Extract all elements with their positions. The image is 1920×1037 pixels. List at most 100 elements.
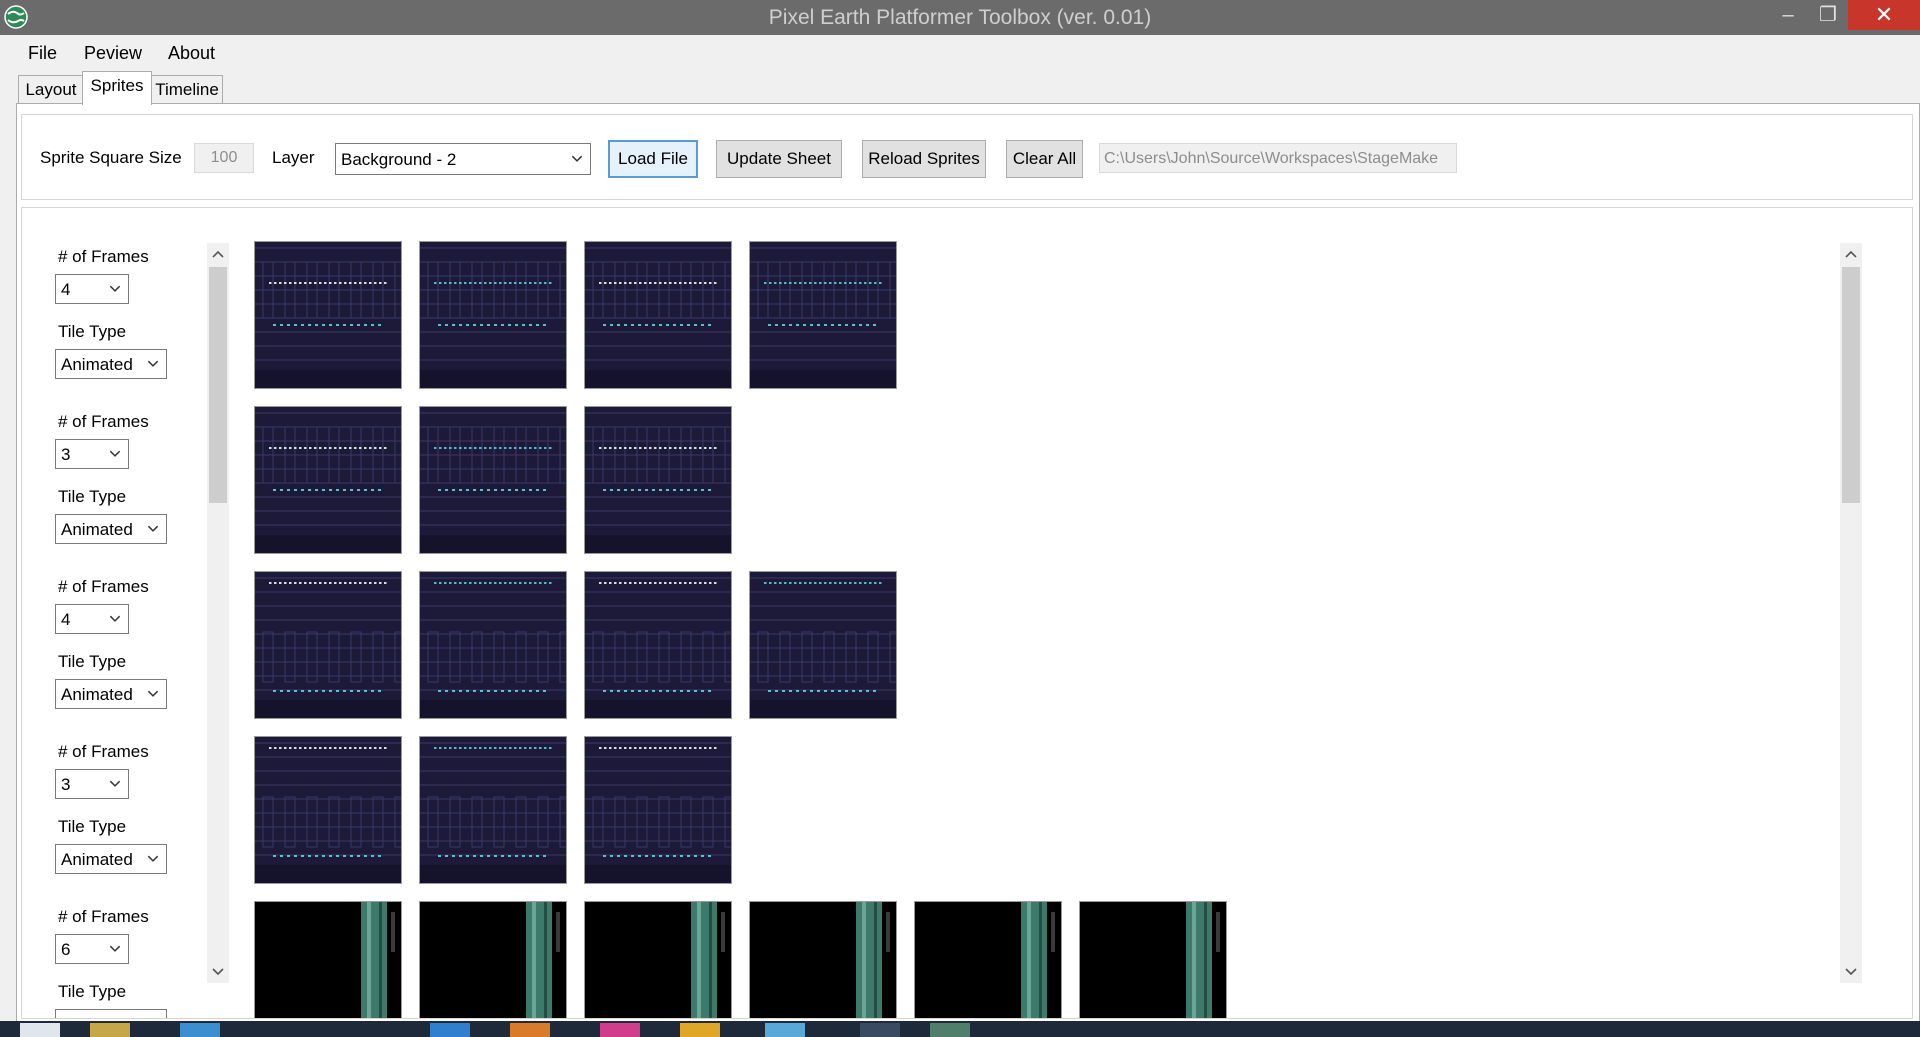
right-scroll-thumb[interactable] <box>1842 267 1860 503</box>
sprite-frame-tile[interactable] <box>254 736 402 884</box>
sprite-frame-tile[interactable] <box>419 406 567 554</box>
frames-label: # of Frames <box>58 247 149 266</box>
sprite-frame-tile[interactable] <box>254 901 402 1018</box>
clear-all-button[interactable]: Clear All <box>1006 140 1083 178</box>
frames-select[interactable]: 3 <box>55 439 129 469</box>
sprite-frame-tile[interactable] <box>254 571 402 719</box>
frames-label: # of Frames <box>58 412 149 431</box>
app-icon[interactable] <box>765 1023 805 1037</box>
layer-select[interactable]: Background - 2 <box>335 143 591 175</box>
sprite-frame-tile[interactable] <box>254 241 402 389</box>
globe-app-icon[interactable] <box>930 1023 970 1037</box>
reload-sprites-button[interactable]: Reload Sprites <box>862 140 986 178</box>
sprite-frame-tile[interactable] <box>419 571 567 719</box>
sprite-frame-tile[interactable] <box>584 901 732 1018</box>
tile-type-label: Tile Type <box>58 322 127 341</box>
frames-select[interactable]: 3 <box>55 769 129 799</box>
update-sheet-button[interactable]: Update Sheet <box>716 140 842 178</box>
sprite-frame-tile[interactable] <box>254 406 402 554</box>
sprite-frame-tile[interactable] <box>1079 901 1227 1018</box>
close-button[interactable]: ✕ <box>1848 0 1920 30</box>
tab-layout[interactable]: Layout <box>18 75 84 104</box>
scroll-up-icon[interactable] <box>1840 243 1862 265</box>
app-icon[interactable] <box>860 1023 900 1037</box>
chevron-down-icon <box>147 360 159 367</box>
left-scroll-thumb[interactable] <box>209 267 227 503</box>
os-taskbar <box>0 1021 1920 1037</box>
chevron-down-icon <box>109 945 121 952</box>
frames-select-value: 4 <box>61 280 71 299</box>
scroll-down-icon[interactable] <box>1840 961 1862 983</box>
right-scrollbar[interactable] <box>1840 243 1862 983</box>
tile-type-select-value: Animated <box>61 850 133 869</box>
frame-settings-row: # of Frames 3 Tile Type Animated <box>22 408 202 573</box>
tile-type-select-value: Animated <box>61 520 133 539</box>
sprite-size-input[interactable]: 100 <box>194 143 254 173</box>
app-icon[interactable] <box>680 1023 720 1037</box>
sprite-frame-tile[interactable] <box>584 571 732 719</box>
frames-select-value: 3 <box>61 445 71 464</box>
layer-label: Layer <box>272 148 315 167</box>
sprite-frame-tile[interactable] <box>749 901 897 1018</box>
menu-preview[interactable]: Peview <box>84 43 142 64</box>
menu-file[interactable]: File <box>28 43 57 64</box>
sprite-frame-art <box>585 572 731 718</box>
menu-about[interactable]: About <box>168 43 215 64</box>
sprite-toolbar: Sprite Square Size 100 Layer Background … <box>21 114 1913 200</box>
sprite-size-label: Sprite Square Size <box>40 148 182 167</box>
tile-type-select[interactable]: Animated <box>55 1009 167 1018</box>
tile-type-select[interactable]: Animated <box>55 514 167 544</box>
sprite-frame-tile[interactable] <box>419 241 567 389</box>
sprite-frame-art <box>750 572 896 718</box>
sprite-frame-tile[interactable] <box>419 736 567 884</box>
sprite-frame-art <box>750 242 896 388</box>
tab-sprites[interactable]: Sprites <box>82 71 152 105</box>
sprite-frame-tile[interactable] <box>419 901 567 1018</box>
tab-timeline[interactable]: Timeline <box>151 75 223 104</box>
layer-select-value: Background - 2 <box>341 150 457 169</box>
sprite-frame-tile[interactable] <box>584 736 732 884</box>
scroll-down-icon[interactable] <box>207 961 229 983</box>
frames-select[interactable]: 6 <box>55 934 129 964</box>
frames-select-value: 6 <box>61 940 71 959</box>
load-file-button[interactable]: Load File <box>608 140 698 178</box>
sprite-frame-art <box>420 407 566 553</box>
tile-type-select-value: Animated <box>61 355 133 374</box>
maximize-button[interactable]: ❐ <box>1804 0 1852 30</box>
scroll-up-icon[interactable] <box>207 243 229 265</box>
file-path-field[interactable]: C:\Users\John\Source\Workspaces\StageMak… <box>1099 143 1457 173</box>
sprite-frame-tile[interactable] <box>914 901 1062 1018</box>
sprite-frame-tile[interactable] <box>749 241 897 389</box>
tile-type-select[interactable]: Animated <box>55 679 167 709</box>
sprite-frame-art <box>255 407 401 553</box>
app-icon[interactable] <box>510 1023 550 1037</box>
chevron-down-icon <box>147 855 159 862</box>
frames-label: # of Frames <box>58 742 149 761</box>
app-icon[interactable] <box>430 1023 470 1037</box>
app-icon[interactable] <box>600 1023 640 1037</box>
tile-type-select-value: Animated <box>61 1010 133 1018</box>
tile-type-select[interactable]: Animated <box>55 844 167 874</box>
frames-select[interactable]: 4 <box>55 274 129 304</box>
sprite-frame-tile[interactable] <box>584 241 732 389</box>
sprite-frame-art <box>915 902 1061 1018</box>
chevron-down-icon <box>109 780 121 787</box>
folder-icon[interactable] <box>90 1023 130 1037</box>
sprite-frame-art <box>420 737 566 883</box>
frames-select[interactable]: 4 <box>55 604 129 634</box>
left-scrollbar[interactable] <box>207 243 229 983</box>
tile-type-select[interactable]: Animated <box>55 349 167 379</box>
browser-icon[interactable] <box>180 1023 220 1037</box>
sprite-frame-tile[interactable] <box>584 406 732 554</box>
start-icon[interactable] <box>20 1023 60 1037</box>
frames-label: # of Frames <box>58 907 149 926</box>
sprite-frame-art <box>585 407 731 553</box>
sprite-frame-art <box>420 242 566 388</box>
sprite-frame-art <box>585 737 731 883</box>
chevron-down-icon <box>146 1010 160 1018</box>
sprite-frame-art <box>1080 902 1226 1018</box>
sprite-frame-art <box>420 572 566 718</box>
chevron-down-icon <box>109 450 121 457</box>
sprite-frame-tile[interactable] <box>749 571 897 719</box>
sprite-frame-art <box>585 902 731 1018</box>
